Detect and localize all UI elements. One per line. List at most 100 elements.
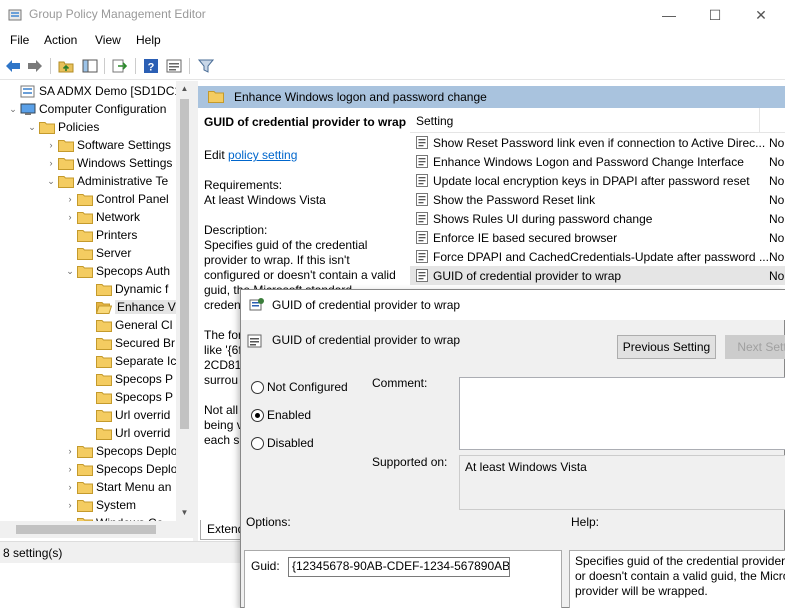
tree-item[interactable]: ⌄ Administrative Te [0, 173, 176, 191]
next-setting-button[interactable]: Next Setting [725, 335, 785, 359]
tree-item[interactable]: › Start Menu an [0, 479, 176, 497]
scroll-thumb[interactable] [16, 525, 156, 534]
tree-item[interactable]: Separate Ic [0, 353, 176, 371]
tree-item[interactable]: Url overrid [0, 407, 176, 425]
tree-item[interactable]: Server [0, 245, 176, 263]
edit-policy-link[interactable]: policy setting [228, 148, 297, 162]
setting-name: Show the Password Reset link [433, 193, 596, 207]
show-hide-tree-icon[interactable] [81, 57, 99, 75]
policy-setting-icon [416, 155, 428, 168]
window-title: Group Policy Management Editor [29, 7, 206, 21]
tree-item[interactable]: ⌄ Specops Auth [0, 263, 176, 281]
toolbar-separator [50, 58, 51, 74]
setting-row[interactable]: Enhance Windows Logon and Password Chang… [410, 152, 785, 171]
expanded-chevron-icon[interactable]: ⌄ [8, 104, 18, 116]
guid-input[interactable]: {12345678-90AB-CDEF-1234-567890ABCDEF} [288, 557, 510, 577]
tree-item[interactable]: SA ADMX Demo [SD1DC1.SP [0, 83, 193, 101]
menu-file[interactable]: File [10, 33, 29, 47]
maximize-button[interactable]: ☐ [692, 0, 738, 30]
setting-row[interactable]: Enforce IE based secured browser No [410, 228, 785, 247]
expanded-chevron-icon[interactable]: ⌄ [46, 176, 56, 188]
collapsed-chevron-icon[interactable]: › [65, 482, 75, 494]
view-tabs: Extended [198, 518, 258, 541]
edit-policy-line: Edit policy setting [204, 148, 404, 163]
collapsed-chevron-icon[interactable]: › [65, 194, 75, 206]
collapsed-chevron-icon[interactable]: › [65, 446, 75, 458]
radio-circle[interactable] [251, 437, 264, 450]
policy-setting-icon [247, 334, 262, 348]
tree-item[interactable]: › Network [0, 209, 176, 227]
setting-row[interactable]: Update local encryption keys in DPAPI af… [410, 171, 785, 190]
policy-setting-icon [416, 269, 428, 282]
requirements-value: At least Windows Vista [204, 193, 326, 207]
collapsed-chevron-icon[interactable]: › [46, 140, 56, 152]
column-separator[interactable] [759, 108, 760, 132]
folder-icon [96, 373, 112, 386]
tree-item[interactable]: Specops P [0, 371, 176, 389]
tree-item[interactable]: › Software Settings [0, 137, 176, 155]
folder-icon [96, 337, 112, 350]
export-list-icon[interactable] [111, 57, 129, 75]
scroll-up-icon[interactable]: ▲ [176, 81, 193, 97]
comment-textarea[interactable] [459, 377, 785, 450]
folder-icon [58, 157, 74, 170]
help-icon[interactable]: ? [142, 57, 160, 75]
tree-item[interactable]: ⌄ Computer Configuration [0, 101, 176, 119]
tree-item[interactable]: › Control Panel [0, 191, 176, 209]
dialog-title: GUID of credential provider to wrap [272, 298, 461, 312]
comment-label: Comment: [372, 376, 428, 390]
radio-circle-selected[interactable] [251, 409, 264, 422]
filter-icon[interactable] [197, 57, 215, 75]
expanded-chevron-icon[interactable]: ⌄ [65, 266, 75, 278]
tree-item[interactable]: Secured Br [0, 335, 176, 353]
back-arrow-icon[interactable] [4, 57, 22, 75]
previous-setting-button[interactable]: Previous Setting [617, 335, 716, 359]
tree-item[interactable]: Dynamic f [0, 281, 176, 299]
tree-item[interactable]: ⌄ Policies [0, 119, 176, 137]
setting-row[interactable]: Force DPAPI and CachedCredentials-Update… [410, 247, 785, 266]
scroll-thumb[interactable] [180, 99, 189, 429]
folder-icon [77, 265, 93, 278]
menu-view[interactable]: View [95, 33, 121, 47]
edit-prefix: Edit [204, 148, 225, 162]
tree-item[interactable]: Specops P [0, 389, 176, 407]
tree-item[interactable]: › Specops Deplo [0, 443, 177, 461]
expanded-chevron-icon[interactable]: ⌄ [27, 122, 37, 134]
tree-item[interactable]: Printers [0, 227, 176, 245]
minimize-button[interactable]: — [646, 0, 692, 30]
tree-item[interactable]: › Specops Deplo [0, 461, 177, 479]
collapsed-chevron-icon[interactable]: › [65, 500, 75, 512]
tree-item-label: Server [96, 246, 132, 260]
radio-circle[interactable] [251, 381, 264, 394]
folder-icon [58, 175, 74, 188]
properties-icon[interactable] [165, 57, 183, 75]
setting-column-header[interactable]: Setting [410, 108, 785, 133]
tree-item-label: Specops P [115, 372, 174, 386]
up-folder-icon[interactable] [57, 57, 75, 75]
tree-item[interactable]: › System [0, 497, 176, 515]
tree-vertical-scrollbar[interactable]: ▲ ▼ [176, 81, 193, 521]
setting-row[interactable]: Shows Rules UI during password change No [410, 209, 785, 228]
setting-row[interactable]: GUID of credential provider to wrap No [410, 266, 785, 285]
setting-row[interactable]: Show the Password Reset link No [410, 190, 785, 209]
collapsed-chevron-icon[interactable]: › [46, 158, 56, 170]
menu-help[interactable]: Help [136, 33, 161, 47]
folder-icon [96, 409, 112, 422]
tree-item[interactable]: Url overrid [0, 425, 176, 443]
forward-arrow-icon[interactable] [26, 57, 44, 75]
menu-action[interactable]: Action [44, 33, 77, 47]
setting-row[interactable]: Show Reset Password link even if connect… [410, 133, 785, 152]
toolbar-separator [135, 58, 136, 74]
description-line: configured or doesn't contain a valid [204, 268, 396, 282]
collapsed-chevron-icon[interactable]: › [65, 212, 75, 224]
tree-horizontal-scrollbar[interactable] [0, 521, 193, 538]
tree-item[interactable]: General Cl [0, 317, 176, 335]
tree-item[interactable]: Enhance V [0, 299, 178, 317]
scroll-down-icon[interactable]: ▼ [176, 505, 193, 521]
close-button[interactable]: ✕ [738, 0, 784, 30]
collapsed-chevron-icon[interactable]: › [65, 464, 75, 476]
tree-item[interactable]: › Windows Settings [0, 155, 176, 173]
